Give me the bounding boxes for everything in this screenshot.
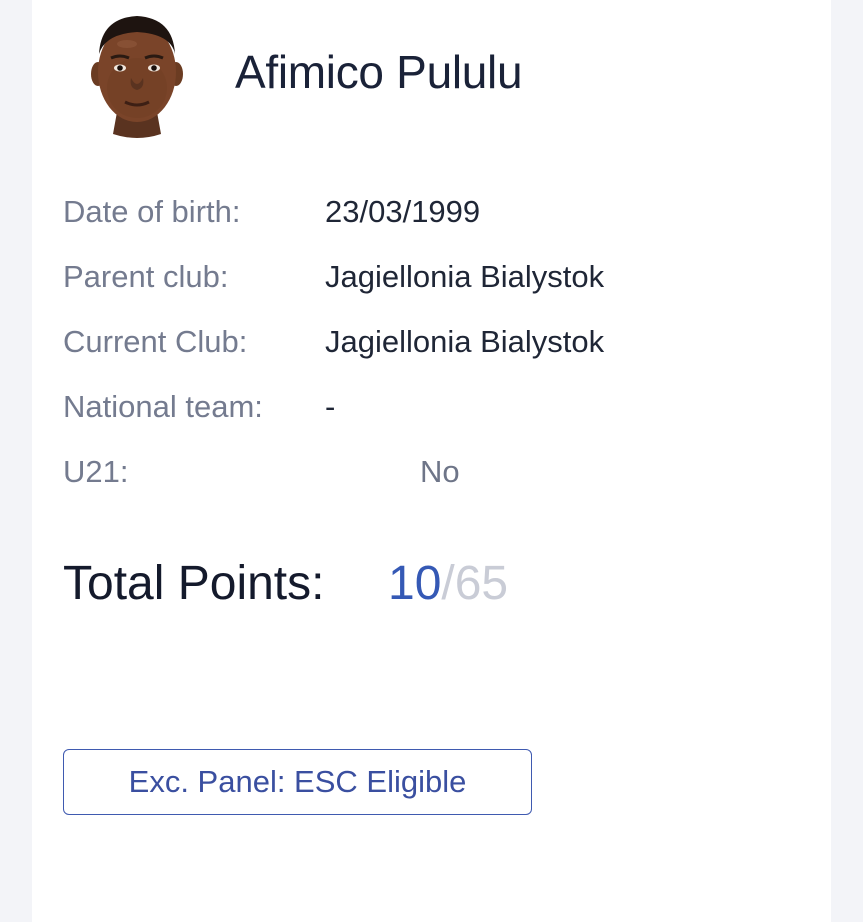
u21-value: No — [420, 454, 460, 489]
current-club-value: Jagiellonia Bialystok — [325, 324, 605, 359]
total-points-score: 10/65 — [388, 556, 508, 611]
u21-label: U21: — [63, 454, 129, 489]
total-points-label: Total Points: — [63, 557, 325, 610]
points-current: 10 — [388, 557, 442, 610]
national-team-value: - — [325, 389, 336, 424]
national-team-label: National team: — [63, 389, 263, 424]
parent-club-label: Parent club: — [63, 259, 229, 294]
points-separator: / — [441, 557, 455, 610]
current-club-label: Current Club: — [63, 324, 248, 359]
date-of-birth-label: Date of birth: — [63, 194, 241, 229]
parent-club-value: Jagiellonia Bialystok — [325, 259, 605, 294]
player-avatar — [87, 8, 187, 140]
date-of-birth-value: 23/03/1999 — [325, 194, 481, 229]
points-max: 65 — [454, 557, 509, 610]
player-card: Afimico Pululu Date of birth: 23/03/1999… — [32, 0, 831, 922]
esc-eligible-button[interactable]: Exc. Panel: ESC Eligible — [63, 749, 532, 815]
player-name: Afimico Pululu — [235, 46, 523, 98]
player-portrait-icon — [91, 16, 183, 138]
